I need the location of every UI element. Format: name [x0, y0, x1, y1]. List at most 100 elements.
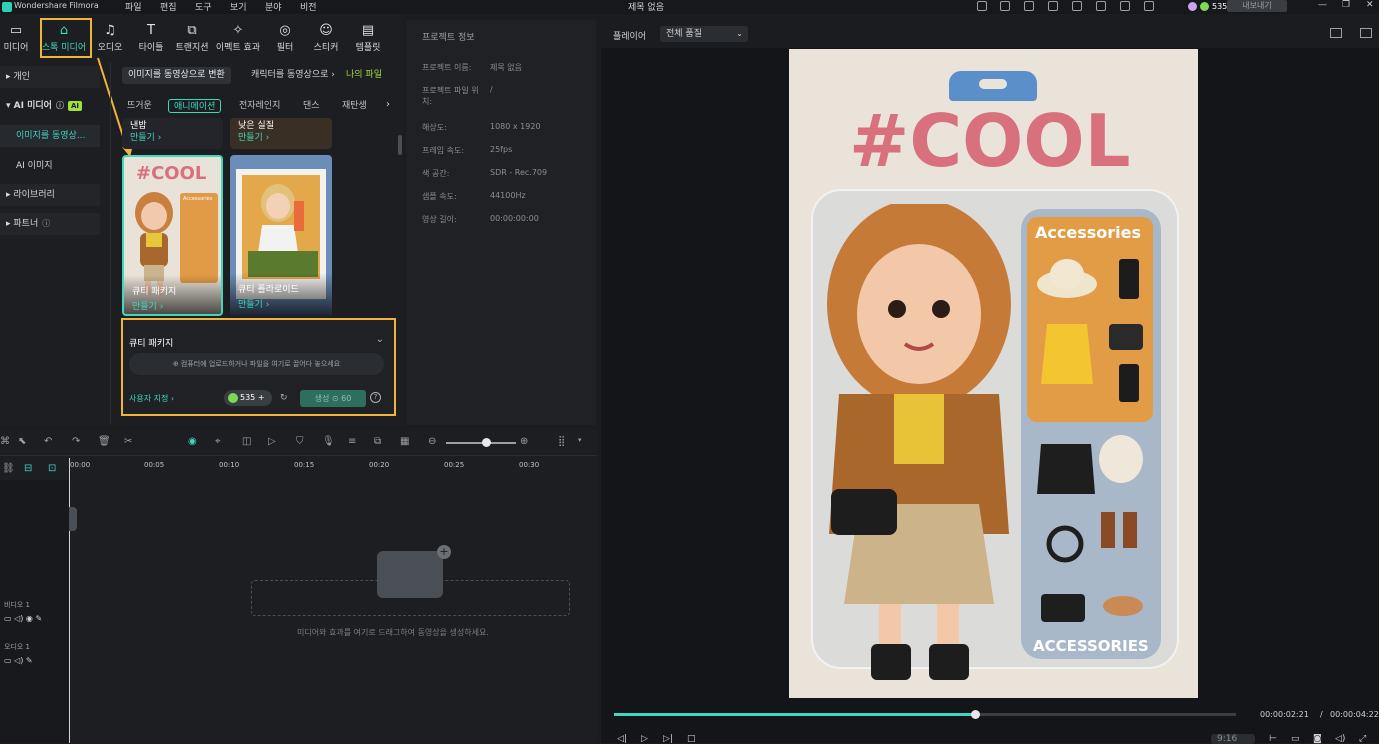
quality-select[interactable]: 전체 품질 ⌄ — [660, 26, 748, 42]
zoom-in-icon[interactable]: ⊕ — [520, 436, 528, 447]
credits-badge[interactable]: 535 — [1184, 1, 1231, 12]
menu-vision[interactable]: 비전 — [300, 0, 317, 13]
play-range-icon[interactable]: ▷ — [268, 436, 276, 447]
generate-button[interactable]: 생성 ⊙ 60 — [300, 390, 366, 407]
undo-icon[interactable]: ↶ — [44, 436, 52, 447]
help-icon[interactable]: ⓘ — [42, 219, 50, 228]
list-icon[interactable] — [1024, 1, 1034, 11]
custom-link[interactable]: 사용자 지정 › — [129, 393, 174, 404]
minimize-icon[interactable]: — — [1318, 0, 1327, 10]
zoom-slider-knob[interactable] — [482, 438, 491, 447]
layout-icon[interactable]: ⌘ — [0, 436, 10, 447]
category-rebirth[interactable]: 재탄생 — [337, 99, 372, 113]
more-grid-icon[interactable]: ⣿ — [558, 436, 565, 447]
music-note-icon: ♫ — [104, 23, 116, 38]
playback-progress[interactable] — [614, 710, 1236, 719]
nav-image-to-video[interactable]: 이미지를 동영상... — [0, 125, 100, 147]
tool-templates[interactable]: ▤ 템플릿 — [344, 20, 392, 60]
speech-icon[interactable]: ◫ — [242, 436, 251, 447]
tab-my-files[interactable]: 나의 파일 — [340, 67, 388, 84]
track-add-icon[interactable]: ⊟ — [24, 463, 32, 474]
scrollbar-thumb[interactable] — [398, 135, 402, 155]
tool-media[interactable]: ▭ 미디어 — [0, 20, 40, 60]
credits-value: 535 + — [240, 393, 265, 402]
nav-personal[interactable]: ▸ 개인 — [0, 66, 100, 88]
gift-icon[interactable] — [977, 1, 987, 11]
delete-icon[interactable]: 🗑 — [98, 436, 111, 447]
refresh-icon[interactable]: ↻ — [280, 393, 288, 403]
menu-tools[interactable]: 도구 — [195, 0, 212, 13]
template-card-cute-package[interactable]: #COOL Accessories 큐티 패키지 만들기 › — [122, 155, 223, 316]
progress-knob[interactable] — [970, 710, 980, 719]
playhead[interactable] — [69, 458, 70, 743]
card-make-link[interactable]: 만들기 › — [238, 130, 269, 143]
menu-file[interactable]: 파일 — [125, 0, 142, 13]
card-make-link[interactable]: 만들기 › — [132, 299, 163, 312]
split-icon[interactable]: ⌖ — [215, 436, 221, 447]
mic-icon[interactable]: 🎙 — [322, 436, 335, 447]
category-animation[interactable]: 애니메이션 — [168, 99, 222, 113]
cut-icon[interactable]: ✂ — [124, 436, 132, 447]
divider — [110, 62, 111, 424]
tool-stickers[interactable]: ☺ 스티커 — [302, 20, 350, 60]
category-hot[interactable]: 뜨거운 — [122, 99, 157, 113]
grid-icon[interactable] — [1144, 1, 1154, 11]
restore-icon[interactable]: ❐ — [1342, 0, 1350, 10]
layout-icon[interactable] — [1000, 1, 1010, 11]
playhead-handle[interactable] — [69, 507, 77, 531]
select-icon[interactable]: ⬉ — [18, 436, 26, 447]
nav-ai-image[interactable]: AI 이미지 — [0, 155, 100, 177]
info-row: 색 공간: SDR - Rec.709 — [422, 168, 592, 179]
redo-icon[interactable]: ↷ — [72, 436, 80, 447]
template-card[interactable]: 낮은 실질 만들기 › — [230, 118, 332, 149]
shield-icon[interactable]: ⛉ — [296, 436, 304, 447]
tab-image-to-video[interactable]: 이미지를 동영상으로 변환 — [122, 67, 231, 84]
headset-icon[interactable] — [1120, 1, 1130, 11]
track-controls[interactable]: ▭ ◁) ◉ ✎ — [4, 614, 69, 623]
help-icon[interactable]: ⓘ — [56, 101, 64, 110]
dropdown-icon[interactable]: ▾ — [578, 436, 582, 444]
credits-pill[interactable]: 535 + — [224, 390, 272, 406]
menu-view[interactable]: 보기 — [230, 0, 247, 13]
template-card[interactable]: 낸밥 만들기 › — [122, 118, 223, 149]
subtitle-icon[interactable]: ≡ — [348, 436, 356, 447]
timeline-ruler[interactable]: 00:00 00:05 00:10 00:15 00:20 00:25 00:3… — [70, 458, 597, 480]
nav-ai-media[interactable]: ▾ AI 미디어 ⓘ AI — [0, 95, 100, 117]
grid-view-icon[interactable] — [1330, 28, 1342, 38]
card-title: 큐티 패키지 — [132, 287, 177, 297]
export-button[interactable]: 내보내기 — [1227, 0, 1287, 12]
timeline-dropzone[interactable] — [251, 580, 570, 616]
nav-partner[interactable]: ▸ 파트너 ⓘ — [0, 213, 100, 235]
help-icon[interactable]: ? — [370, 392, 381, 403]
card-make-link[interactable]: 만들기 › — [238, 297, 269, 310]
template-card-cute-polaroid[interactable]: 큐티 폴라로이드 만들기 › — [230, 155, 332, 316]
upload-dropzone[interactable]: ⊕ 컴퓨터에 업로드하거나 파일을 여기로 끌어다 놓으세요 — [129, 353, 384, 375]
zoom-out-icon[interactable]: ⊖ — [428, 436, 436, 447]
magnet-icon[interactable]: ⊡ — [48, 463, 56, 474]
tool-transitions[interactable]: ⧉ 트랜지션 — [168, 20, 216, 60]
tab-character-to-video[interactable]: 캐릭터를 동영상으로 › — [245, 67, 341, 84]
menu-edit[interactable]: 편집 — [160, 0, 177, 13]
image-snapshot-icon[interactable] — [1360, 28, 1372, 38]
save-icon[interactable] — [1072, 1, 1082, 11]
info-key: 해상도: — [422, 123, 447, 132]
ripple-icon[interactable]: ◉ — [188, 436, 197, 447]
link-icon[interactable]: ⛓ — [2, 463, 15, 474]
chevron-down-icon[interactable]: ⌄ — [376, 334, 384, 345]
tool-effects[interactable]: ✧ 이펙트 효과 — [214, 20, 262, 60]
close-icon[interactable]: ✕ — [1366, 0, 1374, 10]
card-make-link[interactable]: 만들기 › — [130, 130, 161, 143]
track-controls[interactable]: ▭ ◁) ✎ — [4, 656, 69, 665]
chevron-right-icon[interactable]: › — [386, 99, 390, 110]
nav-label: 파트너 — [13, 219, 39, 229]
grid-icon[interactable]: ▦ — [400, 436, 409, 447]
monitor-icon[interactable] — [1048, 1, 1058, 11]
zoom-slider[interactable] — [446, 442, 516, 444]
category-dance[interactable]: 댄스 — [298, 99, 325, 113]
total-time: 00:00:04:22 — [1330, 710, 1379, 719]
copy-icon[interactable]: ⧉ — [374, 436, 381, 447]
category-microwave[interactable]: 전자레인지 — [234, 99, 285, 113]
nav-library[interactable]: ▸ 라이브러리 — [0, 184, 100, 206]
menu-field[interactable]: 분야 — [265, 0, 282, 13]
cloud-icon[interactable] — [1096, 1, 1106, 11]
